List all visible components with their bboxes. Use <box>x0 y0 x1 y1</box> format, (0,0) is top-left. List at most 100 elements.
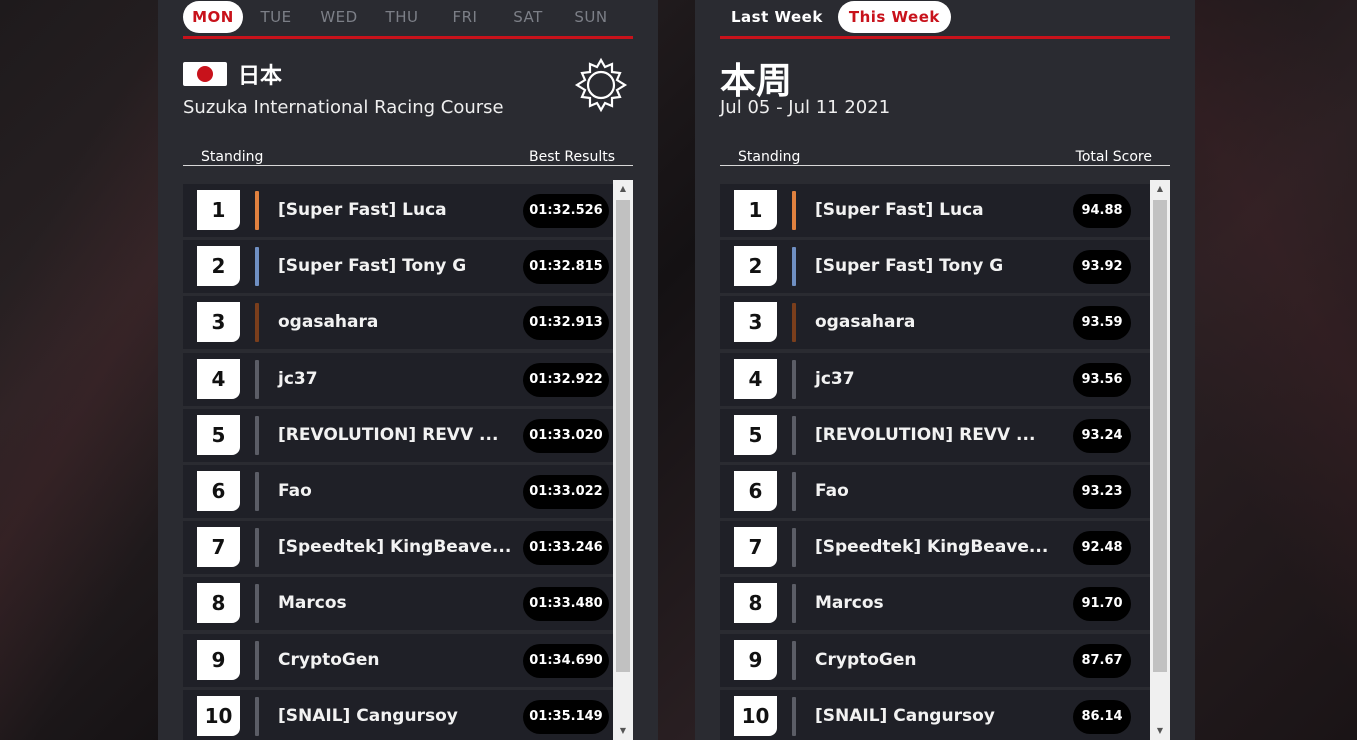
result-pill: 94.88 <box>1073 194 1131 228</box>
best-results-header: Best Results <box>528 149 615 165</box>
rank-accent-bar <box>792 415 796 455</box>
scroll-down-arrow-icon[interactable]: ▼ <box>1150 722 1170 740</box>
leaderboard-row[interactable]: 3 ogasahara 93.59 <box>720 296 1150 350</box>
tab-fri[interactable]: FRI <box>435 1 495 33</box>
leaderboard-row[interactable]: 8 Marcos 91.70 <box>720 577 1150 631</box>
standing-header: Standing <box>201 149 264 165</box>
player-name[interactable]: [Speedtek] KingBeave... <box>278 537 511 557</box>
leaderboard-row[interactable]: 5 [REVOLUTION] REVV ... 93.24 <box>720 408 1150 462</box>
scrollbar[interactable]: ▲ ▼ <box>613 180 633 740</box>
leaderboard-row[interactable]: 7 [Speedtek] KingBeave... 01:33.246 <box>183 521 613 575</box>
tab-thu[interactable]: THU <box>372 1 432 33</box>
rank-badge: 10 <box>734 695 777 736</box>
weekly-leaderboard-list: 1 [Super Fast] Luca 94.88 2 [Super Fast] Ton… <box>720 184 1150 740</box>
player-name[interactable]: [Super Fast] Tony G <box>815 256 1003 276</box>
player-name[interactable]: [REVOLUTION] REVV ... <box>815 425 1035 445</box>
week-date-range: Jul 05 - Jul 11 2021 <box>720 97 891 118</box>
leaderboard-row[interactable]: 4 jc37 93.56 <box>720 352 1150 406</box>
player-name[interactable]: [Speedtek] KingBeave... <box>815 537 1048 557</box>
rank-badge: 8 <box>197 583 240 624</box>
tab-wed[interactable]: WED <box>309 1 369 33</box>
scrollbar-thumb[interactable] <box>616 200 630 672</box>
result-pill: 01:32.815 <box>523 250 609 285</box>
scroll-down-arrow-icon[interactable]: ▼ <box>613 722 633 740</box>
player-name[interactable]: [REVOLUTION] REVV ... <box>278 425 498 445</box>
leaderboard-row[interactable]: 4 jc37 01:32.922 <box>183 352 613 406</box>
result-pill: 01:32.526 <box>523 194 609 228</box>
rank-accent-bar <box>255 415 259 455</box>
rank-accent-bar <box>255 528 259 568</box>
player-name[interactable]: jc37 <box>278 369 318 389</box>
player-name[interactable]: jc37 <box>815 369 855 389</box>
leaderboard-row[interactable]: 7 [Speedtek] KingBeave... 92.48 <box>720 521 1150 575</box>
standing-header: Standing <box>738 149 801 165</box>
sun-icon <box>574 57 628 113</box>
rank-accent-bar <box>255 247 259 287</box>
tab-last-week[interactable]: Last Week <box>720 1 834 33</box>
tab-this-week[interactable]: This Week <box>837 1 951 33</box>
leaderboard-row[interactable]: 10 [SNAIL] Cangursoy 01:35.149 <box>183 689 613 740</box>
japan-flag-icon <box>183 62 227 86</box>
leaderboard-row[interactable]: 9 CryptoGen 01:34.690 <box>183 633 613 687</box>
rank-accent-bar <box>255 191 259 230</box>
result-pill: 91.70 <box>1073 587 1131 622</box>
rank-badge: 2 <box>734 246 777 287</box>
rank-badge: 7 <box>734 527 777 568</box>
player-name[interactable]: [Super Fast] Luca <box>815 200 984 220</box>
rank-accent-bar <box>255 640 259 680</box>
result-pill: 93.92 <box>1073 250 1131 285</box>
leaderboard-row[interactable]: 8 Marcos 01:33.480 <box>183 577 613 631</box>
rank-accent-bar <box>792 359 796 399</box>
leaderboard-row[interactable]: 6 Fao 93.23 <box>720 464 1150 518</box>
player-name[interactable]: Fao <box>815 481 849 501</box>
rank-badge: 8 <box>734 583 777 624</box>
rank-accent-bar <box>792 303 796 343</box>
tab-tue[interactable]: TUE <box>246 1 306 33</box>
rank-badge: 6 <box>197 470 240 511</box>
result-pill: 93.24 <box>1073 418 1131 453</box>
leaderboard-row[interactable]: 6 Fao 01:33.022 <box>183 464 613 518</box>
leaderboard-row[interactable]: 2 [Super Fast] Tony G 93.92 <box>720 240 1150 294</box>
scrollbar-thumb[interactable] <box>1153 200 1167 672</box>
rank-badge: 10 <box>197 695 240 736</box>
leaderboard-row[interactable]: 1 [Super Fast] Luca 94.88 <box>720 184 1150 237</box>
leaderboard-row[interactable]: 5 [REVOLUTION] REVV ... 01:33.020 <box>183 408 613 462</box>
result-pill: 93.23 <box>1073 474 1131 509</box>
player-name[interactable]: [SNAIL] Cangursoy <box>815 706 995 726</box>
player-name[interactable]: Marcos <box>278 593 347 613</box>
leaderboard-row[interactable]: 9 CryptoGen 87.67 <box>720 633 1150 687</box>
tab-divider <box>720 36 1170 39</box>
tab-mon[interactable]: MON <box>183 1 243 33</box>
daily-leaderboard-list: 1 [Super Fast] Luca 01:32.526 2 [Super Fast]… <box>183 184 613 740</box>
scroll-up-arrow-icon[interactable]: ▲ <box>613 180 633 198</box>
leaderboard-row[interactable]: 2 [Super Fast] Tony G 01:32.815 <box>183 240 613 294</box>
player-name[interactable]: ogasahara <box>815 312 915 332</box>
result-pill: 01:32.922 <box>523 362 609 397</box>
player-name[interactable]: [Super Fast] Luca <box>278 200 447 220</box>
player-name[interactable]: [Super Fast] Tony G <box>278 256 466 276</box>
leaderboard-row[interactable]: 10 [SNAIL] Cangursoy 86.14 <box>720 689 1150 740</box>
player-name[interactable]: CryptoGen <box>815 650 917 670</box>
scrollbar[interactable]: ▲ ▼ <box>1150 180 1170 740</box>
rank-accent-bar <box>255 303 259 343</box>
player-name[interactable]: ogasahara <box>278 312 378 332</box>
result-pill: 01:33.246 <box>523 531 609 566</box>
country-name: 日本 <box>238 64 283 89</box>
result-pill: 93.59 <box>1073 306 1131 341</box>
rank-accent-bar <box>255 696 259 736</box>
tab-sun[interactable]: SUN <box>561 1 621 33</box>
leaderboard-row[interactable]: 1 [Super Fast] Luca 01:32.526 <box>183 184 613 237</box>
rank-badge: 5 <box>734 414 777 455</box>
player-name[interactable]: [SNAIL] Cangursoy <box>278 706 458 726</box>
tab-sat[interactable]: SAT <box>498 1 558 33</box>
scroll-up-arrow-icon[interactable]: ▲ <box>1150 180 1170 198</box>
player-name[interactable]: Marcos <box>815 593 884 613</box>
result-pill: 86.14 <box>1073 699 1131 734</box>
rank-badge: 3 <box>734 302 777 343</box>
player-name[interactable]: Fao <box>278 481 312 501</box>
rank-badge: 4 <box>734 358 777 399</box>
leaderboard-row[interactable]: 3 ogasahara 01:32.913 <box>183 296 613 350</box>
player-name[interactable]: CryptoGen <box>278 650 380 670</box>
rank-accent-bar <box>792 584 796 624</box>
result-pill: 01:35.149 <box>523 699 609 734</box>
